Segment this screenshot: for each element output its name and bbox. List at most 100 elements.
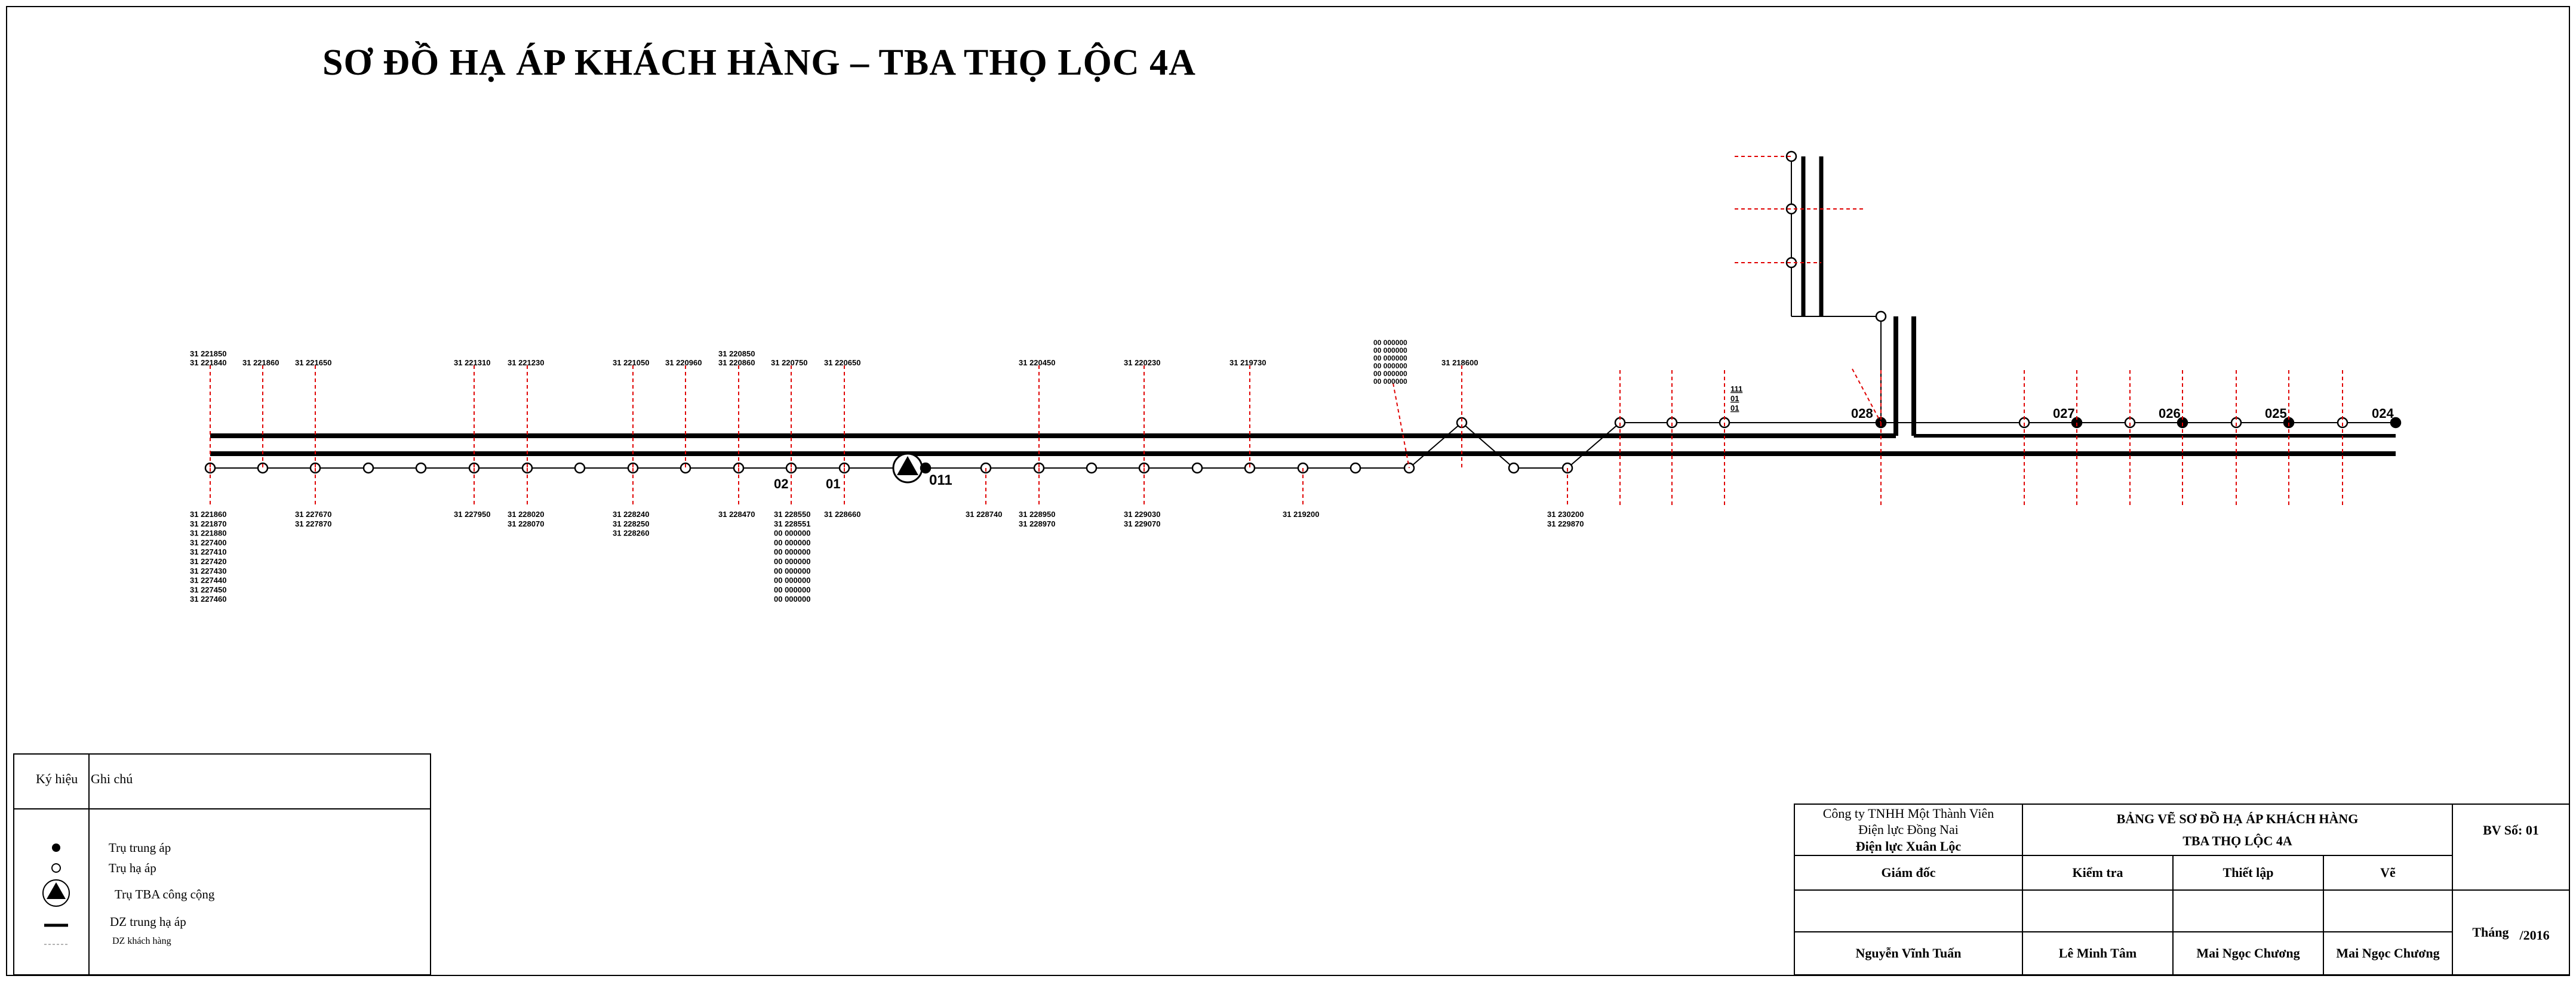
meter-code: 31 228740 [966,510,1002,519]
meter-code: 31 221310 [454,358,490,367]
company-line1: Công ty TNHH Một Thành Viên [1822,805,1994,821]
meter-code: 31 228070 [508,519,544,528]
branch-label: 01 [1730,394,1739,403]
meter-code: 31 228250 [613,519,649,528]
pole-label: 024 [2372,406,2394,421]
legend-panel: Ký hiệu Ghi chú Trụ trung áp Trụ hạ áp T… [13,753,431,975]
company-line2: Điện lực Đồng Nai [1858,822,1959,838]
meter-code: 31 220230 [1124,358,1160,367]
legend-label: DZ khách hàng [112,936,171,946]
meter-code: 31 218600 [1441,358,1478,367]
lv-pole [362,462,374,474]
drawing-title-cell: BẢNG VẼ SƠ ĐỒ HẠ ÁP KHÁCH HÀNG TBA THỌ L… [2023,805,2453,856]
legend-label: DZ trung hạ áp [110,915,186,929]
meter-code: 31 219730 [1229,358,1266,367]
dashed-line-icon [44,944,68,945]
meter-code: 31 221840 [190,358,226,367]
branch-label: 01 [1730,404,1739,412]
filled-dot-icon [52,844,60,852]
substation-label: 011 [929,472,952,488]
lv-line-slope-3 [1567,422,1621,469]
title-block: Công ty TNHH Một Thành Viên Điện lực Đồn… [1794,804,2570,975]
meter-code: 31 220850 [718,349,755,358]
pole-label: 02 [774,476,788,491]
pole-label: 01 [826,476,840,491]
lv-line-slope-2 [1461,422,1514,469]
role-check: Kiểm tra [2023,856,2174,891]
meter-code: 31 221050 [613,358,649,367]
meter-code: 31 219200 [1283,510,1319,519]
meter-code: 31 220450 [1019,358,1055,367]
legend-row-low-voltage-pole: Trụ hạ áp [14,857,430,879]
legend-col-symbol: Ký hiệu [36,771,78,786]
meter-code: 00 000000 [774,557,810,566]
meter-code: 00 000000 [774,595,810,604]
pole-label: 027 [2053,406,2075,421]
meter-code: 31 228660 [824,510,860,519]
drawing-title-line1: BẢNG VẼ SƠ ĐỒ HẠ ÁP KHÁCH HÀNG [2116,811,2359,826]
lv-pole [1191,462,1203,474]
meter-code: 31 220860 [718,358,755,367]
meter-code: 31 220960 [665,358,702,367]
meter-code: 00 000000 [774,585,810,594]
mv-pole [920,462,932,474]
name-draw: Mai Ngọc Chương [2324,932,2453,974]
meter-code: 31 228240 [613,510,649,519]
role-setup: Thiết lập [2174,856,2324,891]
date-cell: Tháng /2016 [2453,891,2569,974]
meter-code: 00 000000 [1373,354,1407,362]
meter-code: 31 229870 [1547,519,1584,528]
lv-pole [1350,462,1361,474]
drawing-sheet: SƠ ĐỒ HẠ ÁP KHÁCH HÀNG – TBA THỌ LỘC 4A … [0,0,2576,982]
meter-code: 31 221230 [508,358,544,367]
meter-code: 00 000000 [774,547,810,556]
company-line3: Điện lực Xuân Lộc [1855,838,1962,854]
meter-code: 31 220650 [824,358,860,367]
meter-code: 00 000000 [774,538,810,547]
meter-code: 31 227450 [190,585,226,594]
name-setup: Mai Ngọc Chương [2174,932,2324,974]
month-label: Tháng [2472,925,2509,940]
name-director: Nguyễn Vĩnh Tuấn [1795,932,2023,974]
lv-pole [1508,462,1520,474]
meter-code: 31 228551 [774,519,810,528]
meter-code: 31 229070 [1124,519,1160,528]
meter-code: 31 227950 [454,510,490,519]
meter-code: 31 227870 [295,519,331,528]
meter-code: 31 221860 [242,358,279,367]
legend-row-mv-lv-line: DZ trung hạ áp [14,912,430,934]
meter-code: 31 221850 [190,349,226,358]
role-director: Giám đốc [1795,856,2023,891]
meter-code: 31 228970 [1019,519,1055,528]
meter-code: 00 000000 [1373,338,1407,347]
signature-setup [2174,891,2324,932]
substation-triangle-icon [42,879,70,907]
meter-code: 31 227410 [190,547,226,556]
lv-pole [415,462,427,474]
lv-pole [1875,310,1887,322]
meter-code: 31 229030 [1124,510,1160,519]
pole-label: 028 [1851,406,1873,421]
legend-label: Trụ trung áp [109,841,171,855]
signature-director [1795,891,2023,932]
meter-code: 31 227440 [190,576,226,585]
lv-line-slope-1 [1409,422,1462,469]
meter-code: 31 227460 [190,595,226,604]
meter-code: 00 000000 [774,567,810,575]
meter-code: 31 227400 [190,538,226,547]
meter-code: 31 221880 [190,529,226,538]
meter-code: 31 230200 [1547,510,1584,519]
drawing-title-line2: TBA THỌ LỘC 4A [2182,833,2292,848]
pole-label: 026 [2159,406,2181,421]
thick-line-icon [44,923,68,927]
role-draw: Vẽ [2324,856,2453,891]
legend-label: Trụ hạ áp [109,861,156,875]
meter-code: 31 228020 [508,510,544,519]
meter-code: 00 000000 [1373,370,1407,378]
pole-label: 025 [2265,406,2287,421]
meter-code: 31 228950 [1019,510,1055,519]
meter-code: 31 220750 [771,358,807,367]
meter-code: 31 221860 [190,510,226,519]
meter-code: 00 000000 [1373,346,1407,355]
meter-code: 31 227670 [295,510,331,519]
